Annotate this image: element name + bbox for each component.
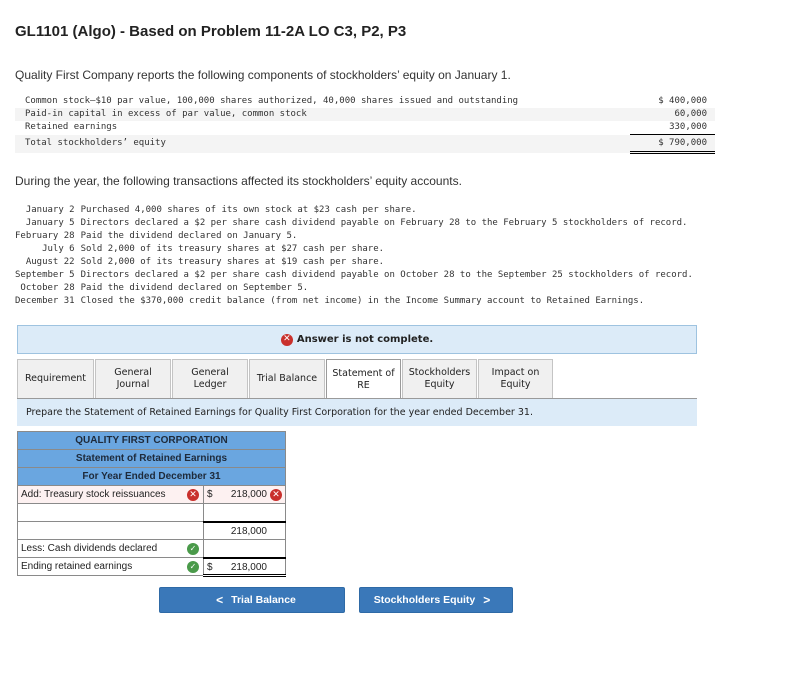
dollar-sign: $ — [207, 489, 213, 500]
transaction-text: Sold 2,000 of its treasury shares at $19… — [80, 257, 385, 267]
equity-amount: 60,000 — [630, 108, 715, 121]
transaction-text: Sold 2,000 of its treasury shares at $27… — [80, 244, 385, 254]
equity-amount: 330,000 — [630, 121, 715, 135]
transaction-row: July 6 Sold 2,000 of its treasury shares … — [15, 243, 693, 256]
equity-row: Common stock—$10 par value, 100,000 shar… — [15, 95, 715, 108]
equity-amount: $ 790,000 — [630, 134, 715, 154]
correct-icon: ✓ — [187, 543, 199, 555]
statement-title: Statement of Retained Earnings — [17, 449, 286, 468]
transaction-row: January 5 Directors declared a $2 per sha… — [15, 217, 693, 230]
row-value: 218,000 — [230, 525, 267, 537]
incorrect-icon: ✕ — [270, 489, 282, 501]
prev-trial-balance-button[interactable]: < Trial Balance — [159, 587, 345, 613]
transaction-row: February 28 Paid the dividend declared on… — [15, 230, 693, 243]
statement-row: 218,000 — [17, 520, 286, 540]
transaction-row: August 22 Sold 2,000 of its treasury shar… — [15, 256, 693, 269]
row-label-cell[interactable]: Less: Cash dividends declared ✓ — [17, 539, 204, 558]
answer-status-text: Answer is not complete. — [296, 334, 434, 345]
instruction-text: Prepare the Statement of Retained Earnin… — [17, 398, 697, 426]
row-value-cell[interactable] — [203, 503, 286, 522]
transaction-text: Paid the dividend declared on September … — [80, 283, 309, 293]
tab-requirement[interactable]: Requirement — [17, 359, 94, 398]
requirement-tabs: Requirement General Journal General Ledg… — [17, 359, 554, 399]
row-value-cell[interactable]: $ 218,000 — [203, 556, 286, 577]
next-button-label: Stockholders Equity — [373, 594, 476, 606]
tab-impact-on-equity[interactable]: Impact on Equity — [478, 359, 553, 398]
row-value-cell[interactable] — [203, 539, 286, 558]
intro-text: Quality First Company reports the follow… — [15, 68, 511, 82]
tab-general-ledger[interactable]: General Ledger — [172, 359, 248, 398]
row-value: 218,000 — [230, 561, 267, 573]
row-value-cell[interactable]: $ 218,000 ✕ — [203, 485, 286, 504]
transaction-row: December 31 Closed the $370,000 credit ba… — [15, 295, 693, 308]
equity-label: Paid-in capital in excess of par value, … — [15, 108, 630, 121]
transaction-row: September 5 Directors declared a $2 per s… — [15, 269, 693, 282]
row-value: 218,000 — [230, 489, 267, 500]
row-label: Ending retained earnings — [21, 561, 133, 572]
transactions-intro: During the year, the following transacti… — [15, 174, 462, 188]
row-label-cell[interactable] — [17, 521, 204, 540]
row-label: Less: Cash dividends declared — [21, 543, 158, 554]
equity-amount: $ 400,000 — [658, 96, 707, 106]
prev-button-label: Trial Balance — [231, 594, 296, 606]
statement-row: Less: Cash dividends declared ✓ — [17, 539, 286, 558]
transaction-text: Directors declared a $2 per share cash d… — [80, 270, 693, 280]
tab-stockholders-equity[interactable]: Stockholders Equity — [402, 359, 477, 398]
row-label-cell[interactable] — [17, 503, 204, 522]
equity-components-table: Common stock—$10 par value, 100,000 shar… — [15, 95, 715, 154]
transaction-text: Purchased 4,000 shares of its own stock … — [80, 205, 417, 215]
incorrect-icon: ✕ — [187, 489, 199, 501]
statement-row: Add: Treasury stock reissuances ✕ $ 218,… — [17, 485, 286, 504]
row-label-cell[interactable]: Ending retained earnings ✓ — [17, 557, 204, 576]
correct-icon: ✓ — [187, 561, 199, 573]
tab-statement-of-re[interactable]: Statement of RE — [326, 359, 401, 399]
error-icon: ✕ — [280, 333, 293, 346]
transaction-text: Directors declared a $2 per share cash d… — [80, 218, 688, 228]
transaction-date: February 28 — [15, 231, 75, 241]
statement-period: For Year Ended December 31 — [17, 467, 286, 486]
tab-trial-balance[interactable]: Trial Balance — [249, 359, 325, 398]
page-title: GL1101 (Algo) - Based on Problem 11-2A L… — [15, 23, 407, 40]
transactions-table: January 2 Purchased 4,000 shares of its o… — [15, 204, 693, 308]
chevron-left-icon: < — [216, 593, 224, 607]
transaction-date: July 6 — [42, 244, 75, 254]
statement-of-retained-earnings: QUALITY FIRST CORPORATION Statement of R… — [17, 431, 286, 577]
transaction-date: September 5 — [15, 270, 75, 280]
statement-company: QUALITY FIRST CORPORATION — [17, 431, 286, 450]
transaction-date: January 2 — [25, 205, 75, 215]
transaction-date: January 5 — [25, 218, 75, 228]
chevron-right-icon: > — [483, 593, 491, 607]
row-value-cell[interactable]: 218,000 — [203, 520, 286, 540]
statement-row — [17, 503, 286, 522]
equity-label: Retained earnings — [25, 122, 118, 133]
transaction-row: October 28 Paid the dividend declared on … — [15, 282, 693, 295]
transaction-text: Closed the $370,000 credit balance (from… — [80, 296, 645, 306]
equity-label: Common stock—$10 par value, 100,000 shar… — [25, 96, 519, 106]
statement-row: Ending retained earnings ✓ $ 218,000 — [17, 556, 286, 577]
equity-label: Total stockholders’ equity — [15, 134, 630, 153]
row-label-cell[interactable]: Add: Treasury stock reissuances ✕ — [17, 485, 204, 504]
dollar-sign: $ — [207, 561, 213, 573]
transaction-date: December 31 — [15, 296, 75, 306]
transaction-text: Paid the dividend declared on January 5. — [80, 231, 298, 241]
transaction-row: January 2 Purchased 4,000 shares of its o… — [15, 204, 693, 217]
answer-status-bar: ✕ Answer is not complete. — [17, 325, 697, 354]
next-stockholders-equity-button[interactable]: Stockholders Equity > — [359, 587, 513, 613]
row-label: Add: Treasury stock reissuances — [21, 489, 166, 500]
equity-row: Retained earnings 330,000 — [15, 121, 715, 135]
transaction-date: October 28 — [20, 283, 75, 293]
equity-row-total: Total stockholders’ equity $ 790,000 — [15, 134, 715, 154]
tab-general-journal[interactable]: General Journal — [95, 359, 171, 398]
transaction-date: August 22 — [25, 257, 75, 267]
equity-row: Paid-in capital in excess of par value, … — [15, 108, 715, 121]
